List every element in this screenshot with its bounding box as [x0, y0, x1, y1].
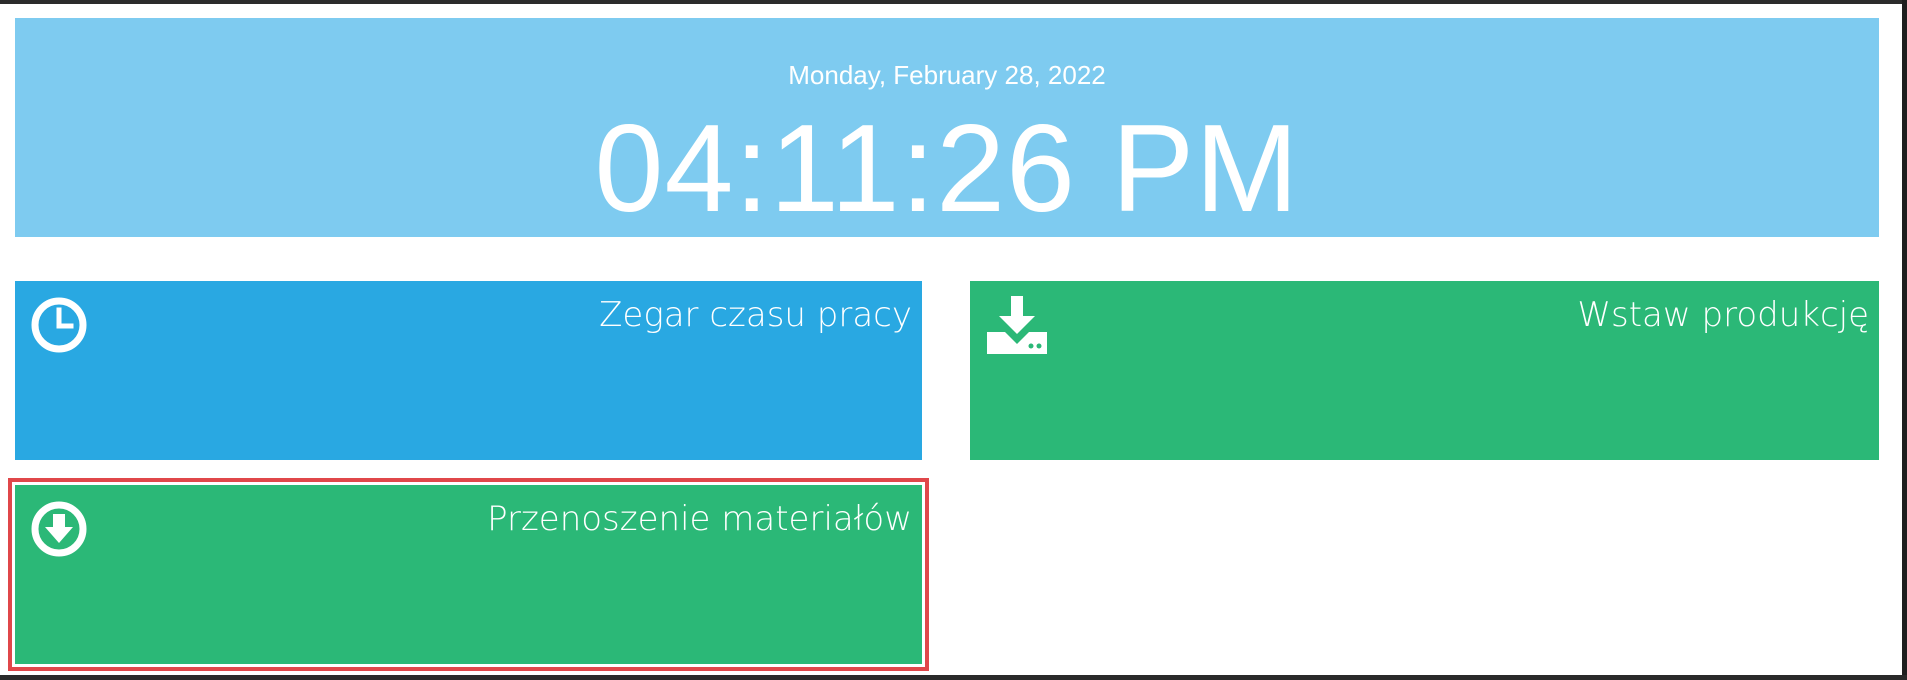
- circle-arrow-down-icon: [30, 500, 88, 558]
- tile-title: Zegar czasu pracy: [599, 295, 912, 335]
- tile-title: Przenoszenie materiałów: [487, 499, 912, 539]
- download-tray-icon: [985, 296, 1047, 354]
- window-edge: [1902, 0, 1907, 680]
- dashboard-page: Monday, February 28, 2022 04:11:26 PM Ze…: [0, 4, 1902, 675]
- tile-material-transfer[interactable]: Przenoszenie materiałów: [15, 485, 922, 664]
- tile-work-time-clock[interactable]: Zegar czasu pracy: [15, 281, 922, 460]
- window-edge: [0, 675, 1907, 680]
- tile-title: Wstaw produkcję: [1577, 295, 1869, 335]
- current-time: 04:11:26 PM: [594, 100, 1300, 238]
- clock-panel: Monday, February 28, 2022 04:11:26 PM: [15, 18, 1879, 237]
- tile-insert-production[interactable]: Wstaw produkcję: [970, 281, 1879, 460]
- clock-icon: [30, 296, 88, 354]
- current-date: Monday, February 28, 2022: [788, 60, 1106, 90]
